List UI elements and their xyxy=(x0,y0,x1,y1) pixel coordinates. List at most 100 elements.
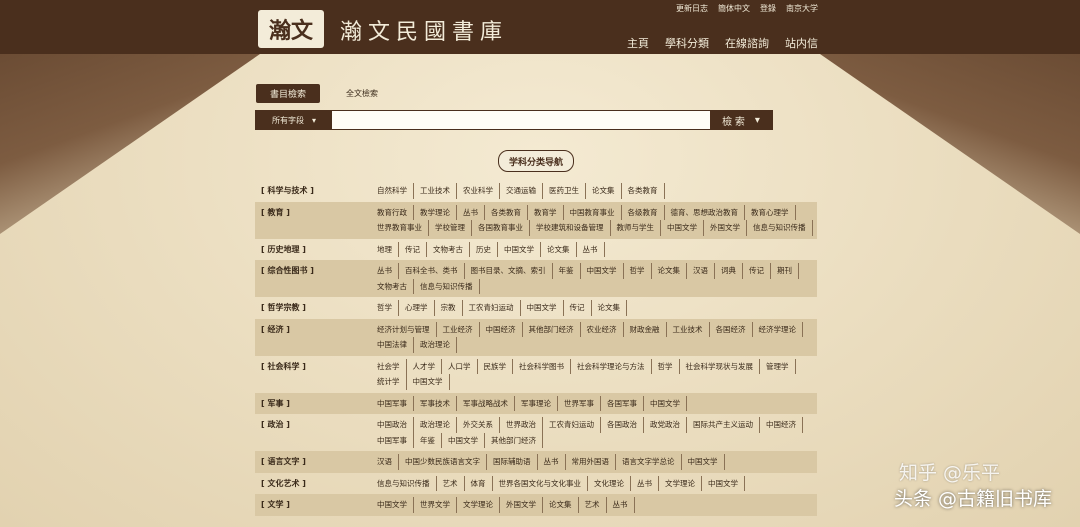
subject-link[interactable]: 外国文学 xyxy=(500,497,543,513)
subject-link[interactable]: 教学理论 xyxy=(414,204,457,220)
nav-subjects[interactable]: 學科分類 xyxy=(665,35,709,51)
subject-link[interactable]: 论文集 xyxy=(652,263,687,279)
subject-link[interactable]: 中国文学 xyxy=(407,374,450,390)
category-name[interactable]: [ 军事 ] xyxy=(255,396,371,412)
subject-link[interactable]: 丛书 xyxy=(631,475,659,491)
subject-link[interactable]: 信息与知识传播 xyxy=(414,278,480,294)
subject-link[interactable]: 文物考古 xyxy=(427,241,470,257)
subject-link[interactable]: 文化理论 xyxy=(588,475,631,491)
subject-link[interactable]: 军事战略战术 xyxy=(457,395,515,411)
changelog-link[interactable]: 更新日志 xyxy=(676,3,708,14)
subject-link[interactable]: 丛书 xyxy=(371,263,399,279)
subject-link[interactable]: 医药卫生 xyxy=(543,183,586,199)
subject-link[interactable]: 各类教育 xyxy=(622,183,665,199)
subject-link[interactable]: 政治理论 xyxy=(414,417,457,433)
subject-link[interactable]: 丛书 xyxy=(607,497,635,513)
subject-link[interactable]: 人口学 xyxy=(442,358,478,374)
subject-link[interactable]: 教育学 xyxy=(528,204,564,220)
subject-link[interactable]: 信息与知识传播 xyxy=(371,475,437,491)
subject-link[interactable]: 中国文学 xyxy=(371,497,414,513)
subject-link[interactable]: 中国文学 xyxy=(682,454,725,470)
category-name[interactable]: [ 经济 ] xyxy=(255,322,371,353)
subject-link[interactable]: 经济学理论 xyxy=(753,321,803,337)
subject-link[interactable]: 论文集 xyxy=(586,183,622,199)
subject-link[interactable]: 传记 xyxy=(564,300,592,316)
category-name[interactable]: [ 语言文字 ] xyxy=(255,454,371,470)
category-name[interactable]: [ 政治 ] xyxy=(255,417,371,448)
subject-link[interactable]: 中国法律 xyxy=(371,337,414,353)
field-select[interactable]: 所有字段 ▾ xyxy=(256,111,332,129)
login-link[interactable]: 登錄 xyxy=(760,3,776,14)
subject-link[interactable]: 期刊 xyxy=(771,263,799,279)
subject-link[interactable]: 地理 xyxy=(371,241,399,257)
subject-link[interactable]: 政治理论 xyxy=(414,337,457,353)
subject-link[interactable]: 汉语 xyxy=(371,454,399,470)
subject-link[interactable]: 农业科学 xyxy=(457,183,500,199)
subject-link[interactable]: 学校管理 xyxy=(429,220,472,236)
nav-consult[interactable]: 在線諮詢 xyxy=(725,35,769,51)
subject-link[interactable]: 哲学 xyxy=(652,358,680,374)
subject-link[interactable]: 各国教育事业 xyxy=(472,220,530,236)
subject-link[interactable]: 论文集 xyxy=(592,300,627,316)
subject-link[interactable]: 体育 xyxy=(465,475,493,491)
subject-link[interactable]: 文学理论 xyxy=(659,475,702,491)
category-name[interactable]: [ 历史地理 ] xyxy=(255,242,371,258)
subject-link[interactable]: 中国少数民族语言文字 xyxy=(399,454,487,470)
subject-link[interactable]: 学校建筑和设备管理 xyxy=(530,220,611,236)
subject-link[interactable]: 中国文学 xyxy=(442,432,485,448)
subject-link[interactable]: 中国经济 xyxy=(480,321,523,337)
language-link[interactable]: 簡体中文 xyxy=(718,3,750,14)
subject-link[interactable]: 丛书 xyxy=(577,241,605,257)
subject-link[interactable]: 各类教育 xyxy=(485,204,528,220)
subject-link[interactable]: 教育心理学 xyxy=(745,204,796,220)
subject-link[interactable]: 外交关系 xyxy=(457,417,500,433)
category-name[interactable]: [ 社会科学 ] xyxy=(255,359,371,390)
category-name[interactable]: [ 教育 ] xyxy=(255,205,371,236)
subject-link[interactable]: 教育行政 xyxy=(371,204,414,220)
subject-link[interactable]: 世界教育事业 xyxy=(371,220,429,236)
subject-link[interactable]: 管理学 xyxy=(760,358,796,374)
subject-link[interactable]: 各国经济 xyxy=(710,321,753,337)
subject-link[interactable]: 历史 xyxy=(470,241,498,257)
subject-link[interactable]: 国际辅助语 xyxy=(487,454,538,470)
subject-link[interactable]: 军事技术 xyxy=(414,395,457,411)
subject-link[interactable]: 世界政治 xyxy=(500,417,543,433)
nav-home[interactable]: 主頁 xyxy=(627,35,649,51)
subject-link[interactable]: 工业技术 xyxy=(667,321,710,337)
subject-link[interactable]: 社会科学图书 xyxy=(513,358,571,374)
subject-link[interactable]: 艺术 xyxy=(579,497,607,513)
subject-link[interactable]: 社会学 xyxy=(371,358,407,374)
subject-link[interactable]: 丛书 xyxy=(538,454,566,470)
subject-link[interactable]: 中国政治 xyxy=(371,417,414,433)
subject-link[interactable]: 年鉴 xyxy=(553,263,581,279)
tab-catalog-search[interactable]: 書目檢索 xyxy=(256,84,321,103)
subject-link[interactable]: 统计学 xyxy=(371,374,407,390)
subject-link[interactable]: 交通运输 xyxy=(500,183,543,199)
subject-link[interactable]: 军事理论 xyxy=(515,395,558,411)
subject-link[interactable]: 教师与学生 xyxy=(611,220,661,236)
subject-link[interactable]: 其他部门经济 xyxy=(523,321,581,337)
subject-link[interactable]: 中国军事 xyxy=(371,395,414,411)
subject-link[interactable]: 工农青妇运动 xyxy=(463,300,521,316)
subject-link[interactable]: 哲学 xyxy=(624,263,652,279)
subject-link[interactable]: 国际共产主义运动 xyxy=(687,417,760,433)
subject-link[interactable]: 各国政治 xyxy=(601,417,644,433)
subject-link[interactable]: 各级教育 xyxy=(622,204,665,220)
subject-link[interactable]: 工农青妇运动 xyxy=(543,417,601,433)
search-input[interactable] xyxy=(332,111,710,129)
subject-link[interactable]: 语言文字学总论 xyxy=(616,454,682,470)
category-name[interactable]: [ 文学 ] xyxy=(255,497,371,513)
subject-link[interactable]: 传记 xyxy=(399,241,427,257)
subject-link[interactable]: 世界文学 xyxy=(414,497,457,513)
subject-link[interactable]: 世界各国文化与文化事业 xyxy=(493,475,588,491)
subject-link[interactable]: 心理学 xyxy=(399,300,435,316)
subject-link[interactable]: 论文集 xyxy=(543,497,579,513)
subject-link[interactable]: 丛书 xyxy=(457,204,485,220)
subject-link[interactable]: 百科全书、类书 xyxy=(399,263,465,279)
category-name[interactable]: [ 科学与技术 ] xyxy=(255,183,371,199)
tab-fulltext-search[interactable]: 全文檢索 xyxy=(346,88,378,99)
subject-link[interactable]: 民族学 xyxy=(478,358,513,374)
subject-link[interactable]: 年鉴 xyxy=(414,432,442,448)
subject-link[interactable]: 中国军事 xyxy=(371,432,414,448)
nav-messages[interactable]: 站内信 xyxy=(785,35,818,51)
